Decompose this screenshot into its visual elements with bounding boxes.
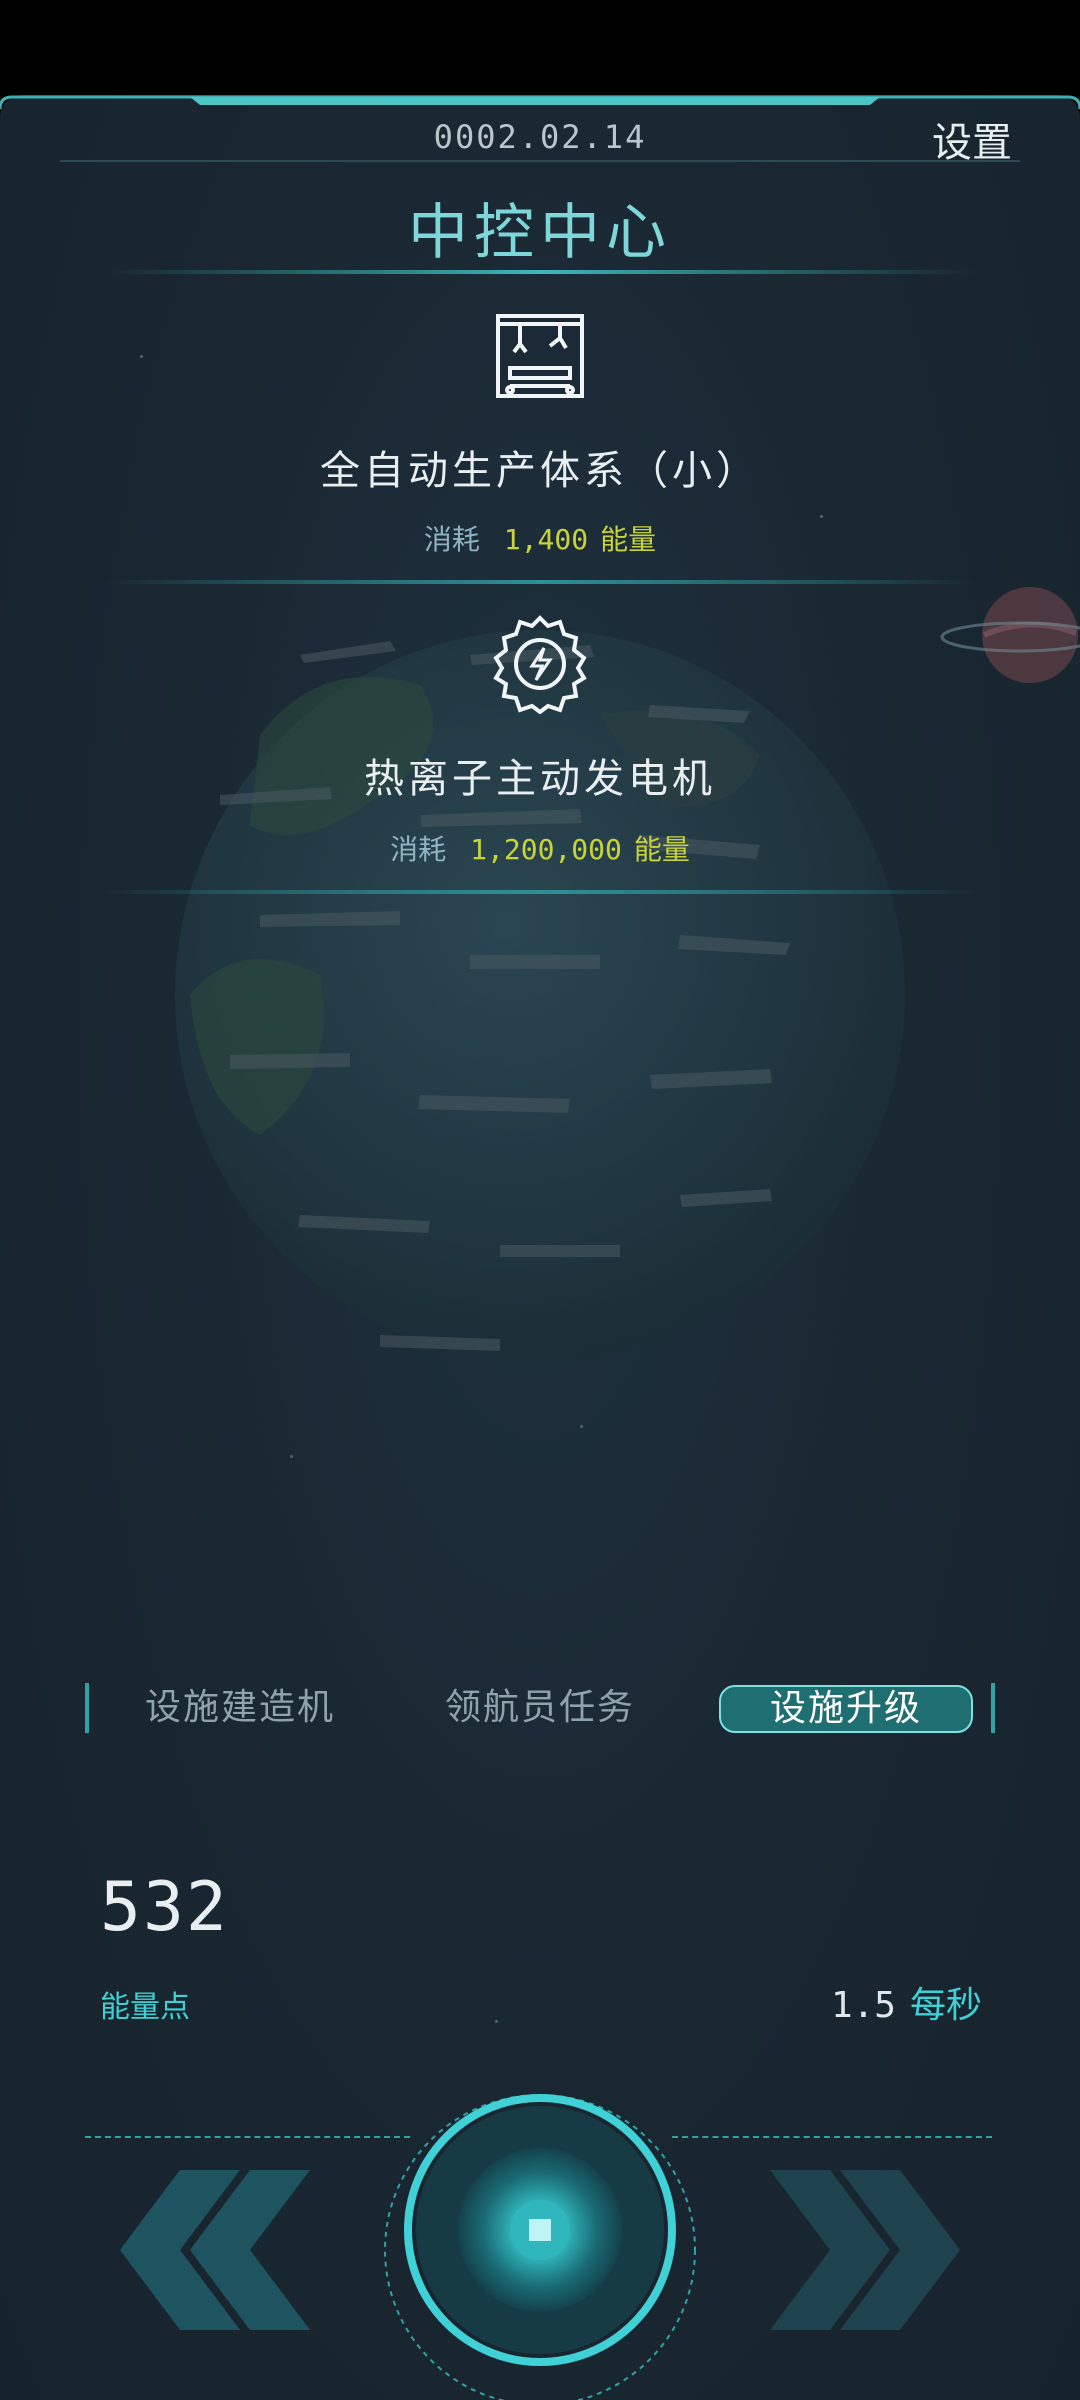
divider [105,270,975,274]
cost-unit: 能量 [633,833,690,866]
tab-facility-upgrade[interactable]: 设施升级 [719,1685,973,1733]
divider [105,580,975,584]
game-date: 0002.02.14 [433,118,647,156]
factory-assembly-line-icon [496,314,584,398]
status-bar [0,0,1080,95]
double-chevron-right-icon[interactable] [760,2170,980,2330]
item-cost: 消耗 1,400 能量 [0,518,1080,558]
stop-core-button-icon[interactable] [380,2090,700,2400]
cost-value: 1,200,000 [470,833,622,866]
game-screen: 0002.02.14 设置 中控中心 全自动生产体系（小） 消耗 1,400 能量 [0,0,1080,2400]
tab-navigator-missions[interactable]: 领航员任务 [415,1683,665,1733]
divider [105,890,975,894]
tab-bar-right-edge [991,1683,995,1733]
ringed-planet-illustration [940,587,1080,683]
tab-bar-left-edge [85,1683,89,1733]
energy-label: 能量点 [100,1990,190,2025]
energy-rate: 1.5 每秒 [831,1976,982,2028]
item-cost: 消耗 1,200,000 能量 [0,828,1080,868]
tab-facility-builder[interactable]: 设施建造机 [115,1683,365,1733]
cost-value: 1,400 [503,523,589,556]
tab-bar: 设施建造机 领航员任务 设施升级 [85,1683,995,1733]
lightning-gear-icon [493,615,587,714]
item-name: 全自动生产体系（小） [320,448,760,494]
rate-unit: 每秒 [909,1985,982,2026]
cost-unit: 能量 [600,523,657,556]
cost-label: 消耗 [423,523,480,556]
header-separator [60,160,1020,162]
rate-value: 1.5 [830,1985,896,2026]
control-dash-left [85,2136,410,2138]
item-name: 热离子主动发电机 [364,756,716,802]
double-chevron-left-icon[interactable] [100,2170,320,2330]
cost-label: 消耗 [390,833,447,866]
page-title: 中控中心 [408,198,672,268]
panel-top-rim [0,95,1080,109]
energy-value: 532 [100,1868,229,1947]
control-dash-right [672,2136,992,2138]
